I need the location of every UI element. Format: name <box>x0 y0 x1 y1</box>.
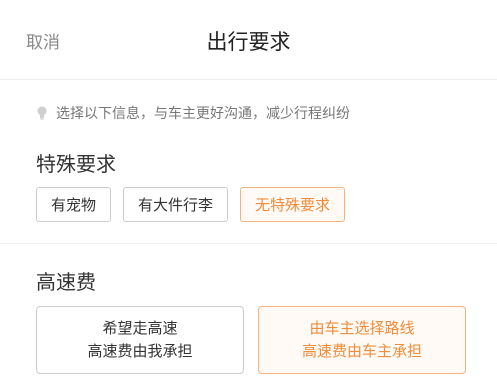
header-bar: 取消 出行要求 <box>0 0 497 80</box>
special-requirements-chips: 有宠物 有大件行李 无特殊要求 <box>36 187 346 222</box>
toll-option-driver-choice-line2: 高速费由车主承担 <box>301 342 422 360</box>
tip-text: 选择以下信息，与车主更好沟通，减少行程纠纷 <box>56 106 350 122</box>
toll-options: 希望走高速 高速费由我承担 由车主选择路线 高速费由车主承担 <box>36 306 466 374</box>
toll-option-highway-line1: 希望走高速 <box>102 319 178 337</box>
toll-option-highway-line2: 高速费由我承担 <box>87 342 193 360</box>
toll-option-driver-choice-line1: 由车主选择路线 <box>309 319 415 337</box>
special-requirements-title: 特殊要求 <box>36 152 116 176</box>
chip-pet[interactable]: 有宠物 <box>36 187 112 222</box>
chip-no-special-requirement[interactable]: 无特殊要求 <box>240 187 346 222</box>
chip-large-luggage[interactable]: 有大件行李 <box>123 187 229 222</box>
toll-title: 高速费 <box>36 270 96 294</box>
tip-row: 选择以下信息，与车主更好沟通，减少行程纠纷 <box>36 103 350 123</box>
toll-option-driver-choice[interactable]: 由车主选择路线 高速费由车主承担 <box>258 306 466 374</box>
page-title: 出行要求 <box>206 30 291 54</box>
bulb-icon <box>36 106 48 120</box>
toll-option-highway[interactable]: 希望走高速 高速费由我承担 <box>36 306 244 374</box>
section-divider <box>0 243 497 244</box>
